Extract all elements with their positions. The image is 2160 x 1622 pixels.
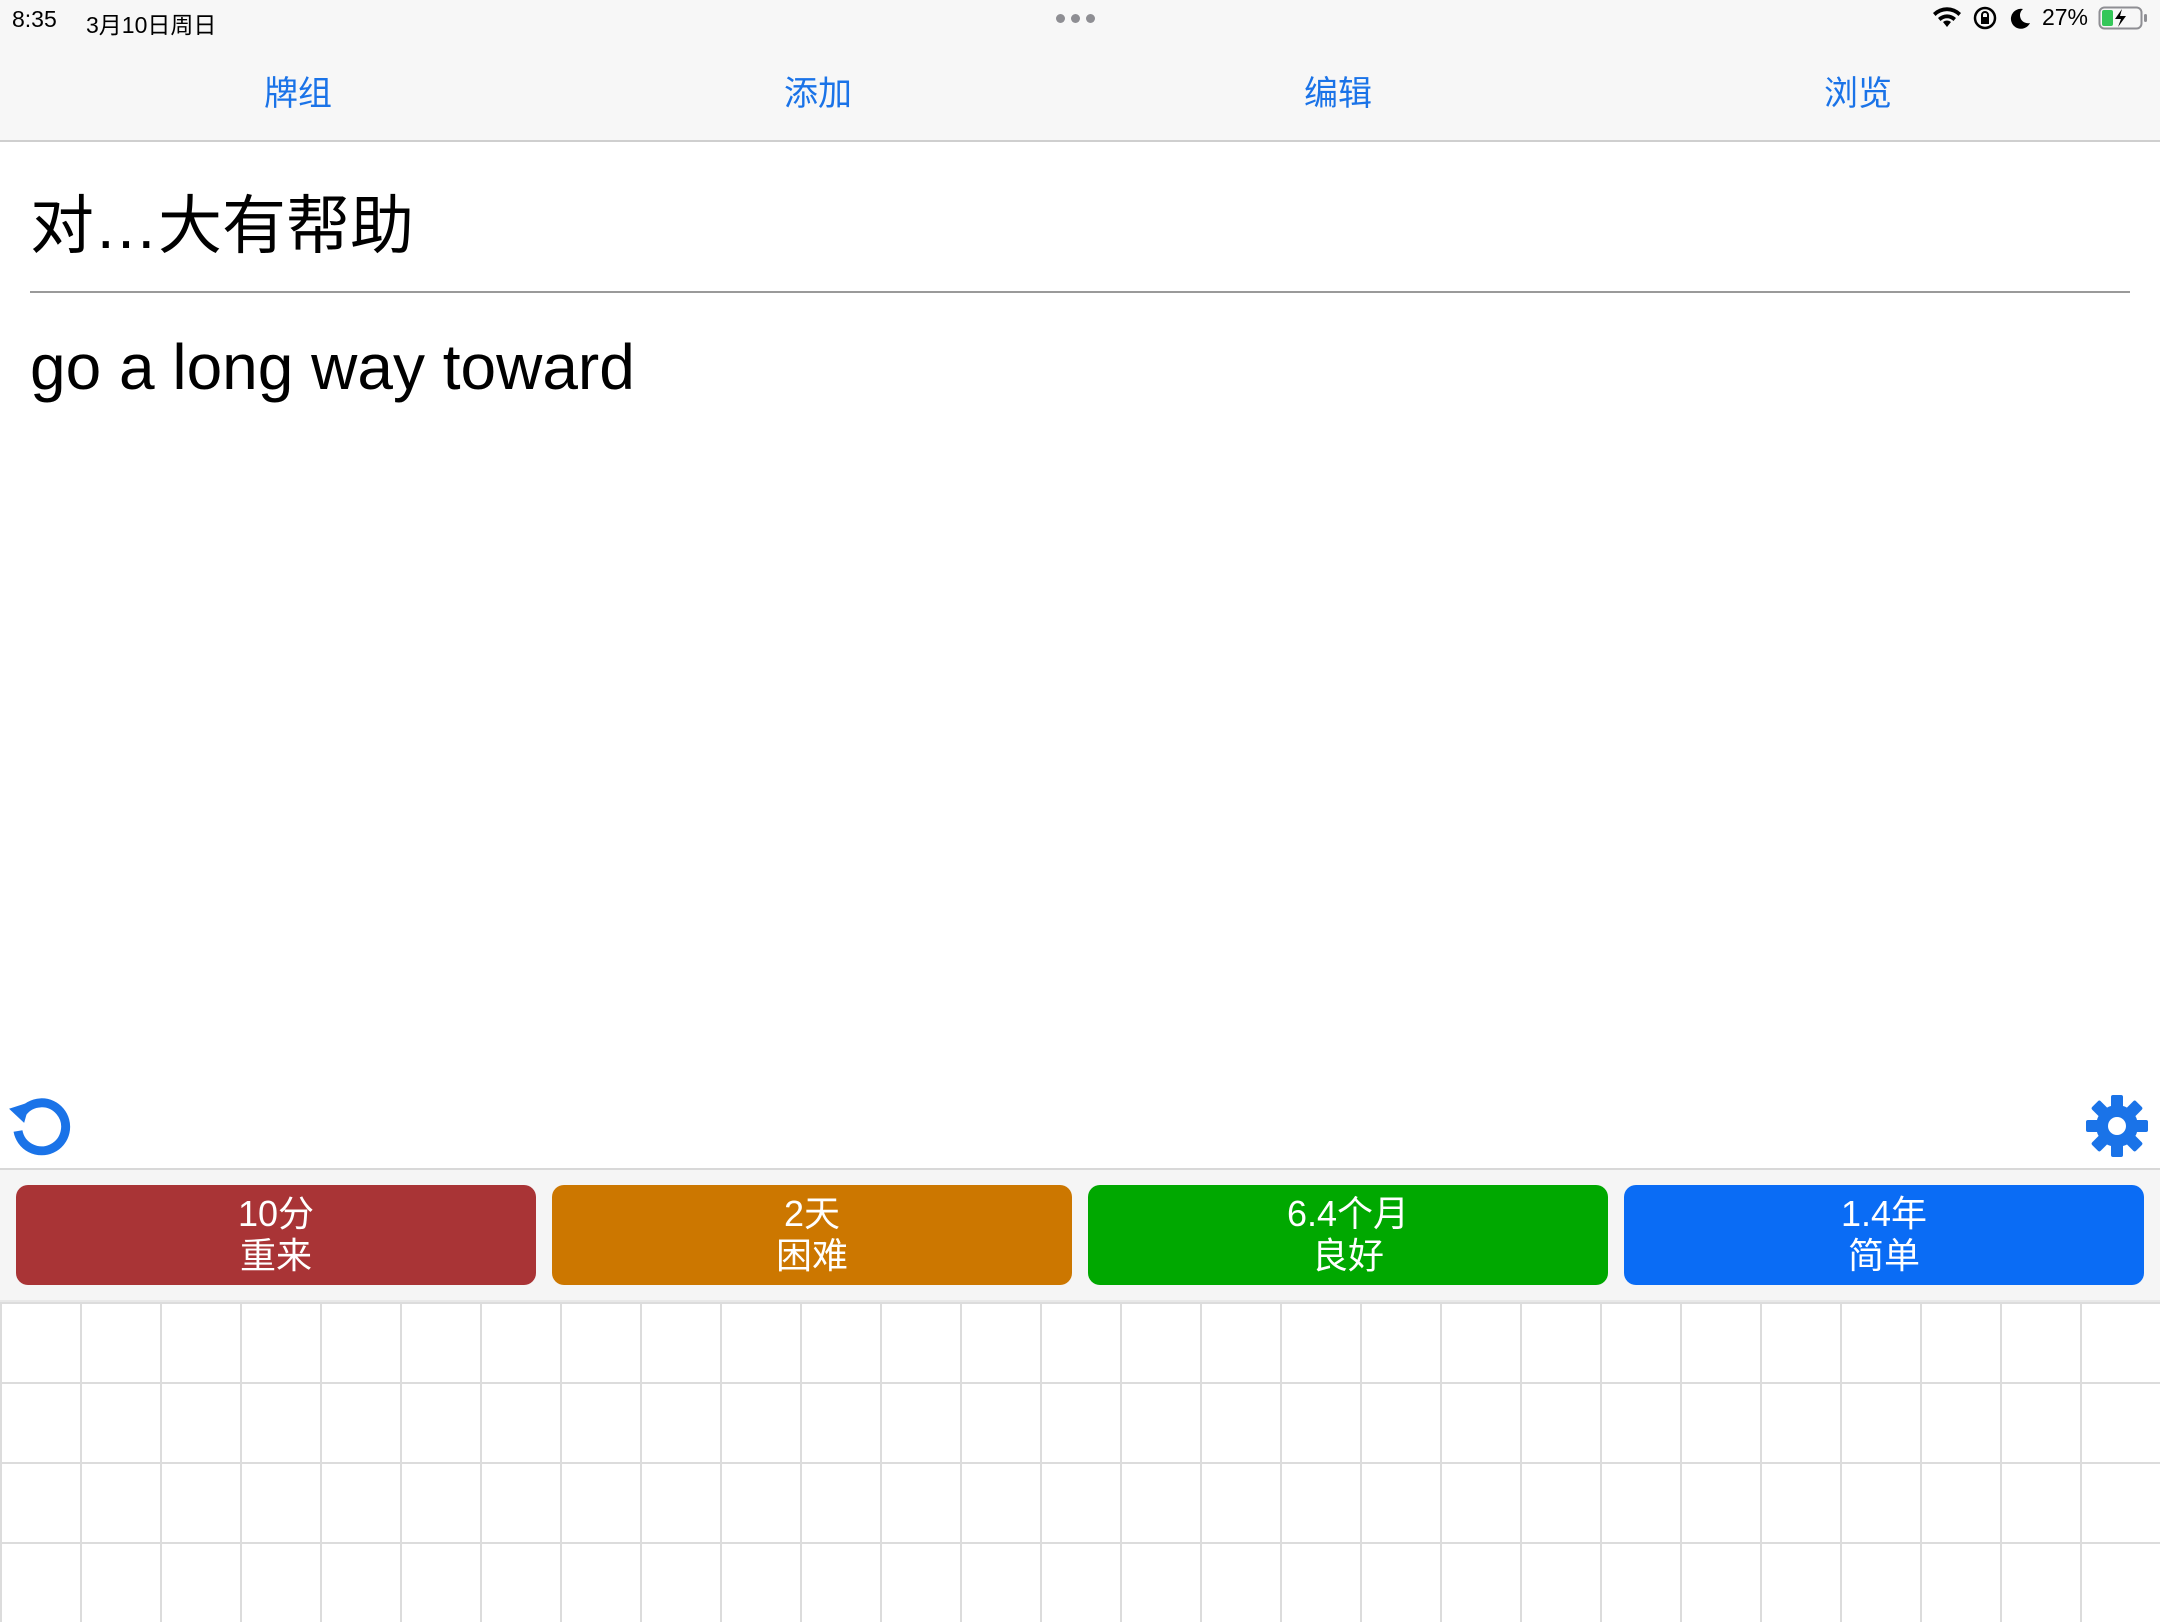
easy-button[interactable]: 1.4年 简单 [1624,1185,2144,1285]
status-time: 8:35 [12,6,57,32]
card-back-text: go a long way toward [30,331,635,403]
hard-interval: 2天 [783,1193,841,1234]
good-interval: 6.4个月 [1286,1193,1410,1234]
status-bar: 8:35 3月10日周日 27% [0,0,2160,40]
status-indicators: 27% [1932,4,2148,31]
battery-percentage: 27% [2041,4,2088,30]
battery-charging-icon [2098,6,2147,29]
orientation-lock-icon [1973,6,1997,29]
hard-button[interactable]: 2天 困难 [552,1185,1072,1285]
top-navigation: 牌组 添加 编辑 浏览 [0,40,2160,142]
card-divider [30,291,2130,293]
nav-edit[interactable]: 编辑 [1238,66,1438,115]
handwriting-grid[interactable] [0,1300,2160,1622]
easy-interval: 1.4年 [1840,1193,1928,1234]
answer-button-bar: 10分 重来 2天 困难 6.4个月 良好 1.4年 简单 [0,1168,2160,1300]
status-date: 3月10日周日 [86,12,217,38]
card-front-text: 对…大有帮助 [30,190,414,262]
nav-browse[interactable]: 浏览 [1758,66,1958,115]
gear-icon[interactable] [2084,1093,2150,1159]
again-label: 重来 [239,1235,312,1276]
undo-icon[interactable] [8,1093,74,1159]
nav-decks[interactable]: 牌组 [198,66,398,115]
moon-icon [2010,8,2030,29]
good-button[interactable]: 6.4个月 良好 [1088,1185,1608,1285]
again-button[interactable]: 10分 重来 [16,1185,536,1285]
again-interval: 10分 [237,1193,315,1234]
easy-label: 简单 [1847,1235,1920,1276]
multitasking-dots-icon[interactable] [1056,14,1095,23]
hard-label: 困难 [775,1235,848,1276]
wifi-icon [1932,6,1961,27]
good-label: 良好 [1311,1235,1384,1276]
nav-add[interactable]: 添加 [718,66,918,115]
